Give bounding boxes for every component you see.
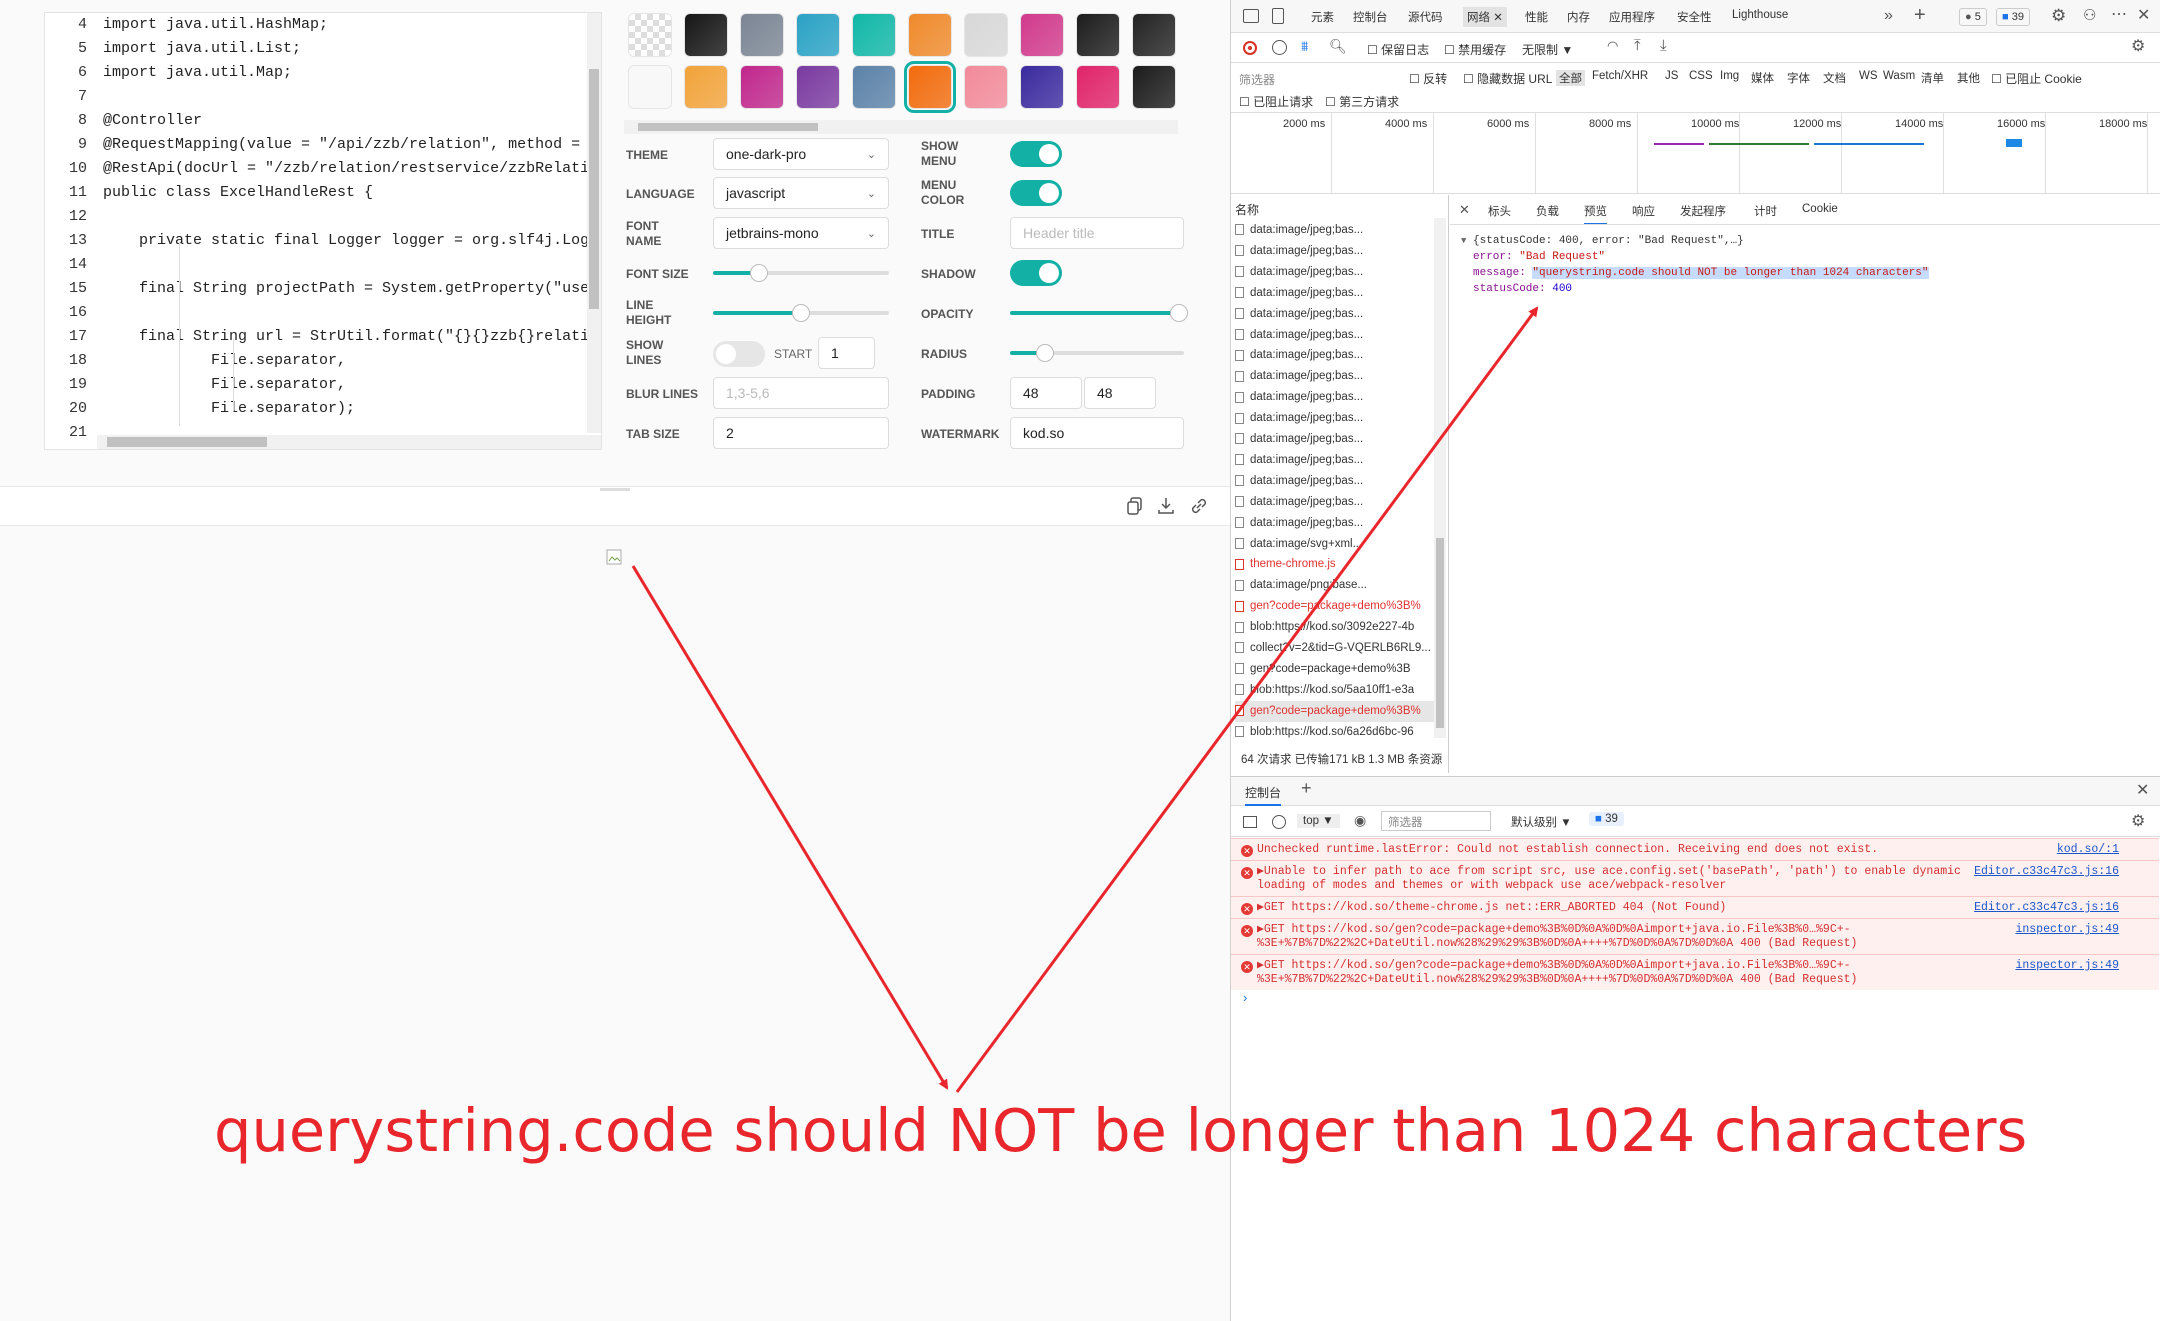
arrow-to-image [631, 565, 949, 1090]
annotation-text: querystring.code should NOT be longer th… [214, 1096, 2028, 1165]
arrow-to-message [955, 306, 1539, 1093]
